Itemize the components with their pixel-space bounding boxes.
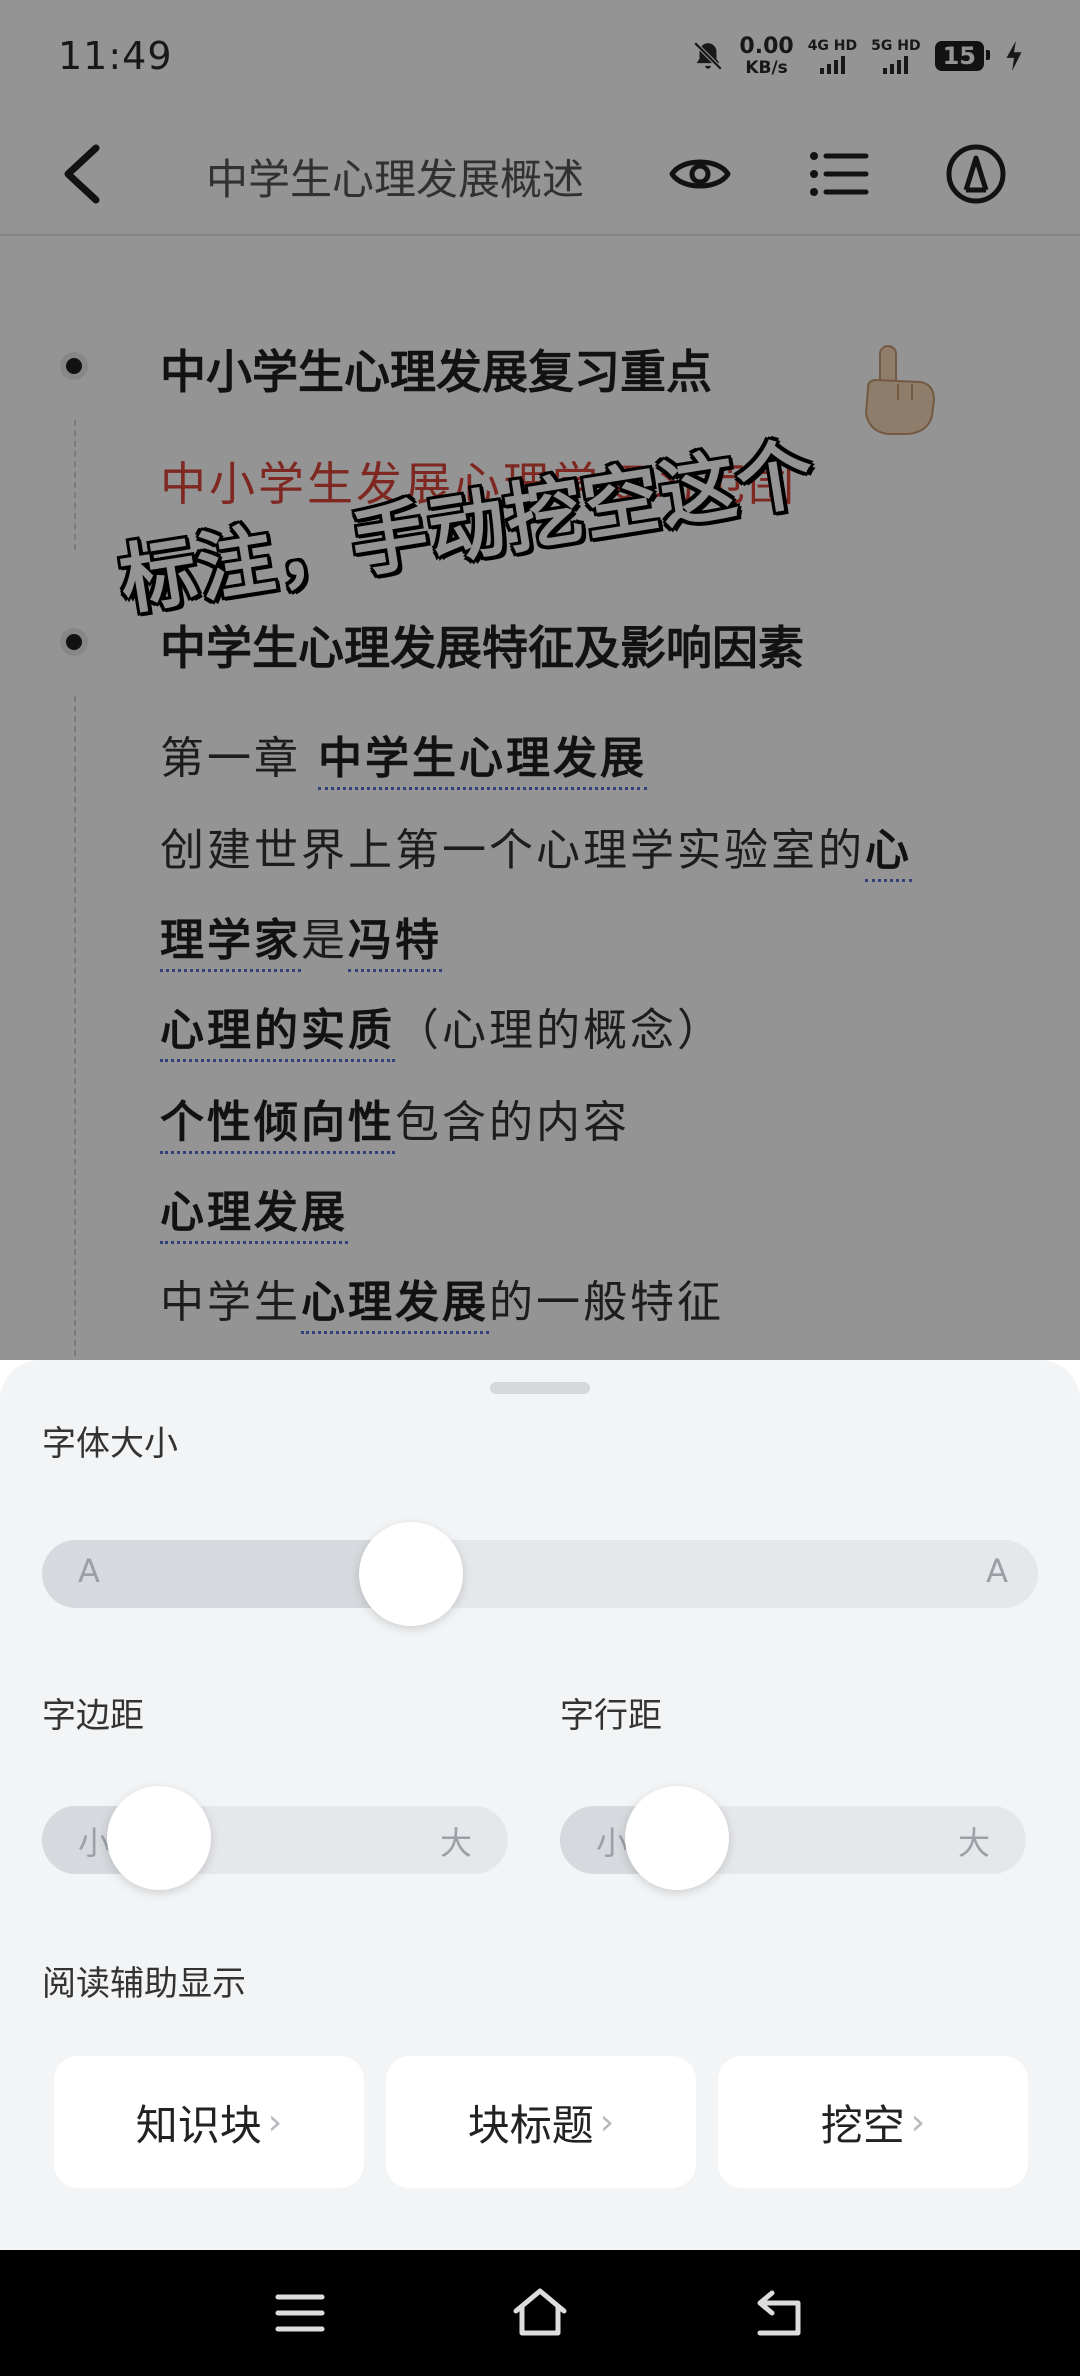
block-title-option[interactable]: 块标题 ›	[386, 2056, 696, 2188]
back-arrow-icon[interactable]	[56, 142, 116, 206]
knowledge-term[interactable]: 理学家	[160, 915, 301, 972]
chevron-right-icon: ›	[267, 2101, 283, 2143]
slider-min-label: 小	[596, 1824, 629, 1862]
content-line[interactable]: 第一章 中学生心理发展	[160, 722, 647, 790]
char-spacing-label: 字边距	[42, 1696, 144, 1736]
font-size-slider-knob[interactable]	[358, 1522, 463, 1626]
line-spacing-label: 字行距	[560, 1696, 662, 1736]
chevron-right-icon: ›	[910, 2101, 926, 2143]
content-line[interactable]: 理学家是冯特	[160, 904, 442, 972]
slider-max-label: A	[986, 1552, 1008, 1590]
line-spacing-slider-knob[interactable]	[624, 1786, 729, 1890]
font-size-label: 字体大小	[42, 1424, 178, 1464]
bullet-dot	[66, 634, 82, 650]
char-spacing-slider-knob[interactable]	[106, 1786, 211, 1890]
knowledge-term[interactable]: 心	[865, 825, 912, 882]
signal-icon: 4G HD	[808, 39, 857, 74]
system-nav-bar	[0, 2250, 1080, 2376]
cloze-option[interactable]: 挖空 ›	[718, 2056, 1028, 2188]
slider-max-label: 大	[957, 1824, 990, 1862]
status-bar: 11:49 0.00 KB/s 4G HD 5G HD 15	[0, 0, 1080, 112]
slider-min-label: A	[78, 1552, 100, 1590]
home-icon[interactable]	[510, 2283, 570, 2343]
net-speed: 0.00 KB/s	[739, 33, 794, 78]
knowledge-block-option[interactable]: 知识块 ›	[54, 2056, 364, 2188]
list-icon[interactable]	[804, 140, 872, 208]
slider-min-label: 小	[78, 1824, 111, 1862]
knowledge-term[interactable]: 中学生心理发展	[318, 733, 647, 790]
chevron-right-icon: ›	[599, 2101, 615, 2143]
section-heading[interactable]: 中小学生心理发展复习重点	[160, 336, 712, 402]
knowledge-term[interactable]: 冯特	[348, 915, 442, 972]
bullet-guide	[74, 696, 76, 1360]
knowledge-term[interactable]: 心理的实质	[160, 1005, 395, 1062]
knowledge-term[interactable]: 个性倾向性	[160, 1097, 395, 1154]
battery-icon: 15	[934, 41, 991, 71]
reading-settings-sheet: 字体大小 A A 字边距 小 大 字行距 小 大 阅读辅助显示 知识块 › 块标题…	[0, 1360, 1080, 2250]
reading-aid-label: 阅读辅助显示	[42, 1964, 246, 2004]
bullet-guide	[74, 420, 76, 550]
section-heading[interactable]: 中学生心理发展特征及影响因素	[160, 612, 804, 678]
back-icon[interactable]	[750, 2283, 810, 2343]
knowledge-term[interactable]: 心理发展	[301, 1277, 489, 1334]
knowledge-term[interactable]: 心理发展	[160, 1187, 348, 1244]
content-line[interactable]: 创建世界上第一个心理学实验室的心	[160, 814, 912, 882]
content-line[interactable]: 心理的实质（心理的概念）	[160, 994, 724, 1062]
status-icons: 0.00 KB/s 4G HD 5G HD 15	[691, 33, 1024, 78]
status-time: 11:49	[58, 34, 173, 78]
slider-max-label: 大	[439, 1824, 472, 1862]
content-line[interactable]: 中学生心理发展的一般特征	[160, 1266, 724, 1334]
content-line[interactable]: 心理发展	[160, 1176, 348, 1244]
mute-bell-icon	[694, 41, 723, 71]
sheet-drag-handle[interactable]	[490, 1382, 590, 1394]
menu-icon[interactable]	[270, 2283, 330, 2343]
content-line[interactable]: 个性倾向性包含的内容	[160, 1086, 630, 1154]
signal-icon-2: 5G HD	[871, 39, 921, 74]
font-size-slider[interactable]: A A	[42, 1540, 1038, 1608]
charging-icon	[1006, 41, 1022, 71]
eye-icon[interactable]	[666, 140, 734, 208]
top-nav: 中学生心理发展概述	[0, 112, 1080, 236]
pointing-hand-icon	[864, 345, 936, 435]
pen-icon[interactable]	[942, 140, 1010, 208]
page-title: 中学生心理发展概述	[206, 155, 585, 204]
bullet-dot	[66, 358, 82, 374]
